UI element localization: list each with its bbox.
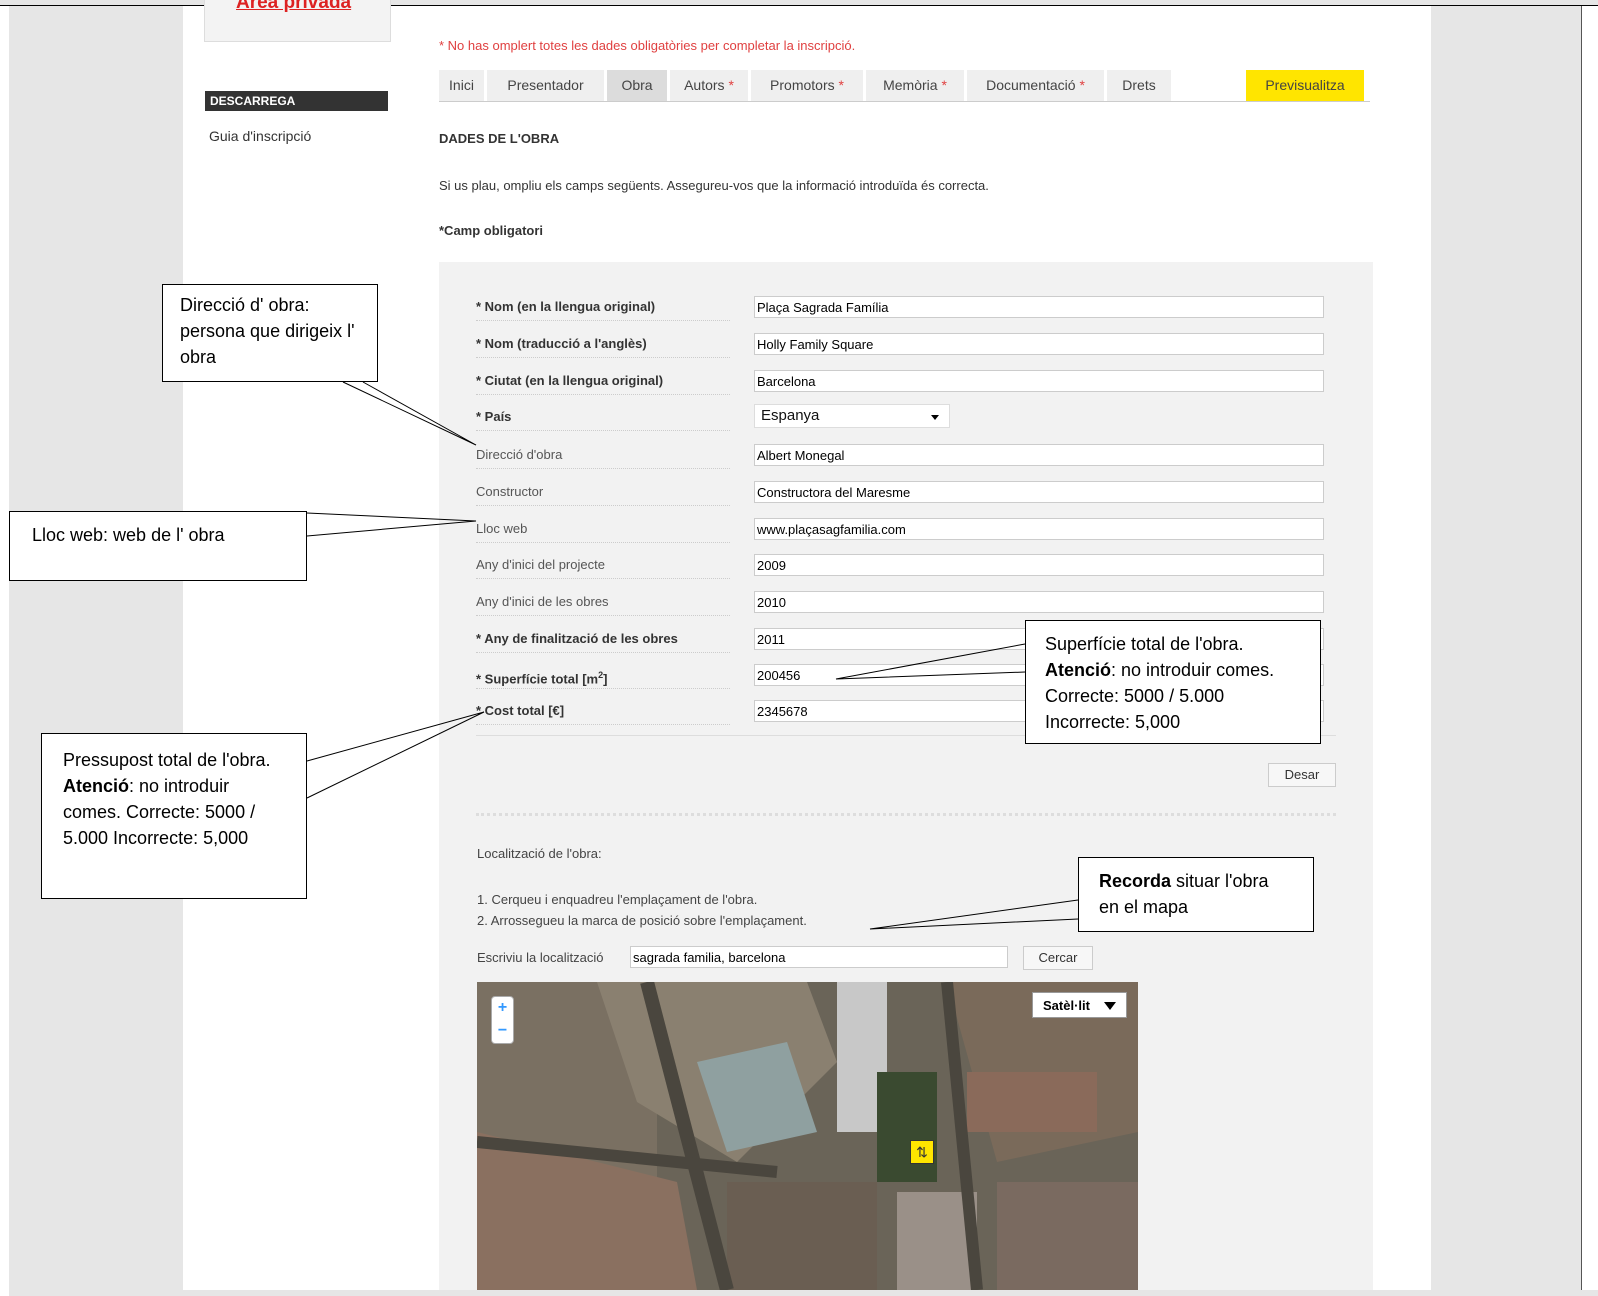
callout-lloc-web: Lloc web: web de l' obra	[9, 511, 307, 581]
callout-recorda: Recorda situar l'obra en el mapa	[1078, 857, 1314, 932]
select-pais[interactable]: Espanya	[754, 404, 950, 428]
guide-link[interactable]: Guia d'inscripció	[209, 128, 311, 144]
callout-superficie: Superfície total de l'obra. Atenció: no …	[1025, 620, 1321, 744]
satellite-map[interactable]	[477, 982, 1138, 1290]
mandatory-note: *Camp obligatori	[439, 223, 544, 238]
location-step-2: 2. Arrossegueu la marca de posició sobre…	[477, 913, 807, 928]
location-marker-icon[interactable]: ⇅	[910, 1140, 934, 1164]
right-gutter	[1431, 6, 1581, 1290]
label-cost: * Cost total [€]	[476, 702, 730, 725]
section-intro: Si us plau, ompliu els camps següents. A…	[439, 178, 989, 193]
label-constructor: Constructor	[476, 483, 730, 506]
map-block	[997, 1182, 1138, 1290]
input-nom-original[interactable]: Plaça Sagrada Família	[754, 296, 1324, 318]
right-margin	[1582, 6, 1598, 1290]
location-title: Localització de l'obra:	[477, 846, 602, 861]
input-constructor[interactable]: Constructora del Maresme	[754, 481, 1324, 503]
search-label: Escriviu la localització	[477, 950, 604, 965]
label-nom-original: * Nom (en la llengua original)	[476, 298, 730, 321]
label-direccio: Direcció d'obra	[476, 446, 730, 469]
error-message: * No has omplert totes les dades obligat…	[439, 38, 856, 53]
label-nom-angles: * Nom (traducció a l'anglès)	[476, 335, 730, 358]
map-roof	[967, 1072, 1097, 1132]
tab-obra[interactable]: Obra	[607, 70, 667, 101]
tab-inici[interactable]: Inici	[439, 70, 484, 101]
chevron-down-icon	[1104, 1002, 1116, 1010]
location-search-input[interactable]: sagrada familia, barcelona	[630, 946, 1008, 968]
map-park	[877, 1072, 937, 1182]
tab-documentacio[interactable]: Documentació *	[967, 70, 1104, 101]
tab-memoria[interactable]: Memòria *	[866, 70, 964, 101]
label-any-projecte: Any d'inici del projecte	[476, 556, 730, 579]
label-superficie: * Superfície total [m2]	[476, 666, 730, 689]
callout-direccio: Direcció d' obra: persona que dirigeix l…	[162, 284, 378, 382]
download-header: DESCARREGA	[205, 91, 388, 111]
search-button[interactable]: Cercar	[1023, 946, 1093, 970]
chevron-down-icon	[931, 415, 939, 420]
input-any-projecte[interactable]: 2009	[754, 554, 1324, 576]
callout-pressupost: Pressupost total de l'obra. Atenció: no …	[41, 733, 307, 899]
save-button[interactable]: Desar	[1268, 763, 1336, 787]
tab-drets[interactable]: Drets	[1107, 70, 1171, 101]
zoom-out-button[interactable]: −	[492, 1021, 513, 1041]
input-direccio[interactable]: Albert Monegal	[754, 444, 1324, 466]
dotted-separator	[476, 813, 1336, 816]
location-step-1: 1. Cerqueu i enquadreu l'emplaçament de …	[477, 892, 758, 907]
input-ciutat[interactable]: Barcelona	[754, 370, 1324, 392]
preview-button[interactable]: Previsualitza	[1246, 70, 1364, 101]
left-margin	[0, 6, 9, 1296]
tab-bar: Inici Presentador Obra Autors * Promotor…	[439, 70, 1370, 102]
map-type-selector[interactable]: Satèl·lit	[1032, 992, 1127, 1018]
label-any-final: * Any de finalització de les obres	[476, 630, 730, 653]
input-any-obres[interactable]: 2010	[754, 591, 1324, 613]
label-pais: * País	[476, 408, 730, 431]
section-title: DADES DE L'OBRA	[439, 131, 560, 146]
map-imagery	[477, 982, 1138, 1290]
label-lloc-web: Lloc web	[476, 520, 730, 543]
label-ciutat: * Ciutat (en la llengua original)	[476, 372, 730, 395]
zoom-in-button[interactable]: +	[492, 998, 513, 1018]
map-block	[727, 1182, 877, 1290]
input-nom-angles[interactable]: Holly Family Square	[754, 333, 1324, 355]
label-any-obres: Any d'inici de les obres	[476, 593, 730, 616]
tab-presentador[interactable]: Presentador	[487, 70, 604, 101]
private-area-link[interactable]: Àrea privada	[236, 0, 351, 14]
tab-autors[interactable]: Autors *	[670, 70, 748, 101]
zoom-control: + −	[491, 996, 514, 1044]
input-lloc-web[interactable]: www.plaçasagfamilia.com	[754, 518, 1324, 540]
tab-promotors[interactable]: Promotors *	[751, 70, 863, 101]
